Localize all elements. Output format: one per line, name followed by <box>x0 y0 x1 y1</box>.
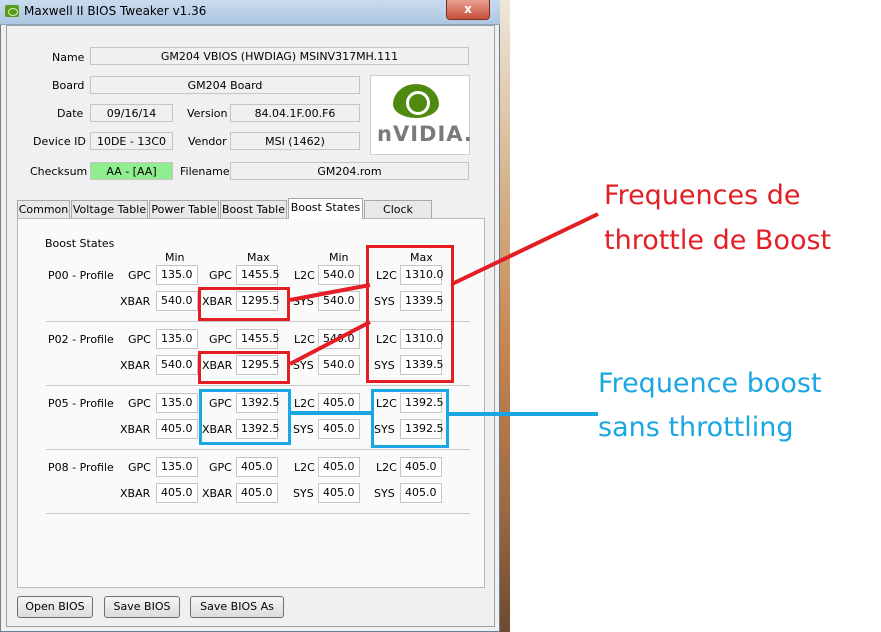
blue-note-line-1: Frequence boost <box>598 368 822 399</box>
red-note-line-1: Frequences de <box>604 180 801 211</box>
red-arrow-line-top <box>451 212 599 286</box>
red-arrow-line-p00 <box>289 283 371 302</box>
red-arrow-line-p02 <box>289 320 371 366</box>
red-note-line-2: throttle de Boost <box>604 225 832 256</box>
blue-note-line-2: sans throttling <box>598 412 794 443</box>
annotation-arrows <box>289 212 599 416</box>
